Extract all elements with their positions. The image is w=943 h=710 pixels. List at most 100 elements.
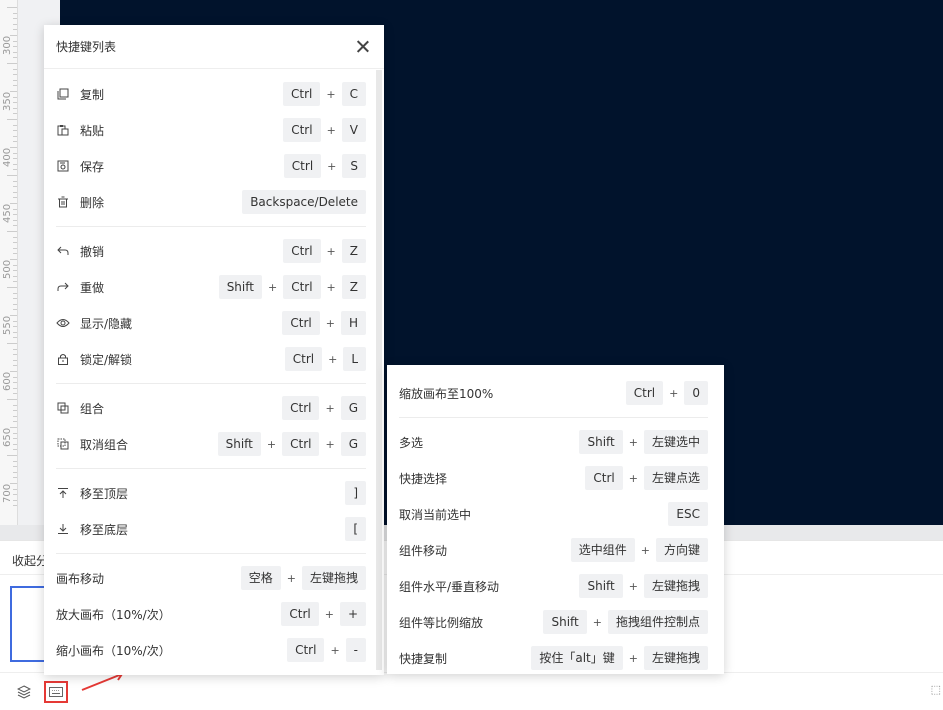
layers-icon[interactable] xyxy=(14,683,34,701)
key-badge: Z xyxy=(341,275,366,299)
plus-separator: + xyxy=(328,352,338,366)
shortcut-action-text: 缩放画布至100% xyxy=(399,386,494,401)
key-badge: 按住「alt」键 xyxy=(531,646,623,670)
shortcut-keys: Shift + 左键拖拽 xyxy=(579,574,708,598)
plus-separator: + xyxy=(267,280,278,294)
shortcut-action-text: 重做 xyxy=(80,280,105,295)
shortcut-keys: ] xyxy=(345,481,366,505)
shortcut-action-text: 多选 xyxy=(399,435,424,450)
key-badge: Ctrl xyxy=(283,154,322,178)
shortcut-row: 锁定/解锁 Ctrl + L xyxy=(56,341,366,377)
shortcut-row: 缩小画布（10%/次） Ctrl + - xyxy=(56,632,366,668)
key-badge: 空格 xyxy=(240,566,281,590)
shortcut-keys: Shift + 左键选中 xyxy=(579,430,708,454)
shortcut-action-text: 组件等比例缩放 xyxy=(399,615,484,630)
shortcut-keys: Ctrl + L xyxy=(284,347,366,371)
shortcut-panel-title: 快捷键列表 xyxy=(56,40,117,54)
shortcut-keys: Ctrl + C xyxy=(283,82,366,106)
key-badge: Ctrl xyxy=(585,466,623,490)
shortcut-action-text: 锁定/解锁 xyxy=(80,352,133,367)
fullscreen-icon[interactable]: ⬚ xyxy=(931,683,941,696)
shortcut-keys: Ctrl + S xyxy=(283,154,366,178)
shortcut-row: 保存 Ctrl + S xyxy=(56,148,366,184)
shortcut-row: 重做 Shift + Ctrl + Z xyxy=(56,269,366,305)
shortcut-row: 组合 Ctrl + G xyxy=(56,390,366,426)
key-badge: V xyxy=(341,118,366,142)
shortcut-panel-continued: 缩放画布至100% Ctrl +0 多选 Shift + 左键选中 快捷选择 Ctrl + 左键点选… xyxy=(387,365,724,674)
key-badge: H xyxy=(340,311,366,335)
ruler-tick-label: 300 xyxy=(2,35,13,55)
shortcut-row: 删除 Backspace/Delete xyxy=(56,184,366,220)
vertical-ruler: 300 350 400 450 500 550 600 650 700 xyxy=(0,0,18,540)
shortcut-action-text: 画布移动 xyxy=(56,571,105,586)
shortcut-row: 快捷选择 Ctrl + 左键点选 xyxy=(399,460,708,496)
key-badge: C xyxy=(341,82,366,106)
shortcut-row: 取消组合 Shift + Ctrl + G xyxy=(56,426,366,462)
key-badge: 拖拽组件控制点 xyxy=(607,610,708,634)
key-badge: Ctrl xyxy=(283,239,321,263)
shortcut-row: 缩放画布至100% Ctrl +0 xyxy=(399,375,708,411)
shortcut-keys: [ xyxy=(345,517,366,541)
key-badge: Ctrl xyxy=(287,638,325,662)
ruler-tick-label: 600 xyxy=(2,371,13,391)
shortcut-keys: Ctrl +0 xyxy=(625,381,708,405)
redo-icon xyxy=(56,280,70,294)
shortcut-row: 多选 Shift + 左键选中 xyxy=(399,424,708,460)
shortcut-action-text: 快捷复制 xyxy=(399,651,448,666)
shortcut-label: 移至顶层 xyxy=(56,485,128,502)
shortcut-keys: Shift + Ctrl + G xyxy=(217,432,366,456)
key-badge: ESC xyxy=(668,502,708,526)
plus-separator: + xyxy=(640,543,650,557)
key-badge: Shift xyxy=(579,430,623,454)
shortcut-label: 取消当前选中 xyxy=(399,506,471,523)
plus-separator: + xyxy=(330,643,340,657)
plus-separator: + xyxy=(327,159,337,173)
close-icon[interactable] xyxy=(354,38,372,56)
shortcut-label: 快捷复制 xyxy=(399,650,447,667)
key-badge: - xyxy=(345,638,366,662)
shortcut-action-text: 取消组合 xyxy=(80,437,129,452)
key-badge: [ xyxy=(345,517,366,541)
shortcut-action-text: 组件水平/垂直移动 xyxy=(399,579,500,594)
shortcut-keys: Ctrl + - xyxy=(287,638,366,662)
move-bottom-icon xyxy=(56,522,70,536)
shortcut-keys: Shift + 拖拽组件控制点 xyxy=(543,610,708,634)
key-badge: Ctrl xyxy=(625,381,664,405)
key-badge: Shift xyxy=(217,432,261,456)
undo-icon xyxy=(56,244,70,258)
shortcut-label: 锁定/解锁 xyxy=(56,351,132,368)
save-icon xyxy=(56,159,70,173)
key-badge: S xyxy=(342,154,366,178)
shortcut-label: 组件移动 xyxy=(399,542,447,559)
plus-separator: + xyxy=(326,123,336,137)
ruler-tick-label: 350 xyxy=(2,91,13,111)
scrollbar[interactable] xyxy=(376,70,382,670)
shortcut-row: 组件等比例缩放 Shift + 拖拽组件控制点 xyxy=(399,604,708,640)
key-badge: Z xyxy=(341,239,366,263)
shortcut-row: 移至底层 [ xyxy=(56,511,366,547)
ruler-tick-label: 450 xyxy=(2,203,13,223)
shortcut-label: 组件水平/垂直移动 xyxy=(399,578,499,595)
shortcut-action-text: 显示/隐藏 xyxy=(80,316,133,331)
plus-separator: + xyxy=(324,607,334,621)
keyboard-icon[interactable] xyxy=(44,681,68,703)
plus-separator: + xyxy=(326,87,336,101)
shortcut-label: 撤销 xyxy=(56,243,104,260)
plus-separator: + xyxy=(628,435,638,449)
plus-separator: + xyxy=(628,471,638,485)
plus-separator: + xyxy=(326,244,336,258)
group-icon xyxy=(56,401,70,415)
shortcut-list: 复制 Ctrl + C 粘贴 Ctrl + V 保存 Ctrl + S 删除 Backspace/Dele… xyxy=(44,70,376,675)
shortcut-label: 移至底层 xyxy=(56,521,128,538)
ruler-tick-label: 400 xyxy=(2,147,13,167)
shortcut-panel: 快捷键列表 复制 Ctrl + C 粘贴 Ctrl + V 保存 Ctrl + S 删除 Backspac… xyxy=(44,25,384,675)
key-badge: 左键拖拽 xyxy=(643,646,708,670)
shortcut-group: 组合 Ctrl + G 取消组合 Shift + Ctrl + G xyxy=(56,384,366,469)
shortcut-label: 画布移动 xyxy=(56,570,104,587)
plus-separator: + xyxy=(266,437,277,451)
plus-separator: + xyxy=(325,316,335,330)
plus-separator: + xyxy=(628,651,638,665)
move-top-icon xyxy=(56,486,70,500)
shortcut-label: 快捷选择 xyxy=(399,470,447,487)
key-badge: G xyxy=(340,432,366,456)
